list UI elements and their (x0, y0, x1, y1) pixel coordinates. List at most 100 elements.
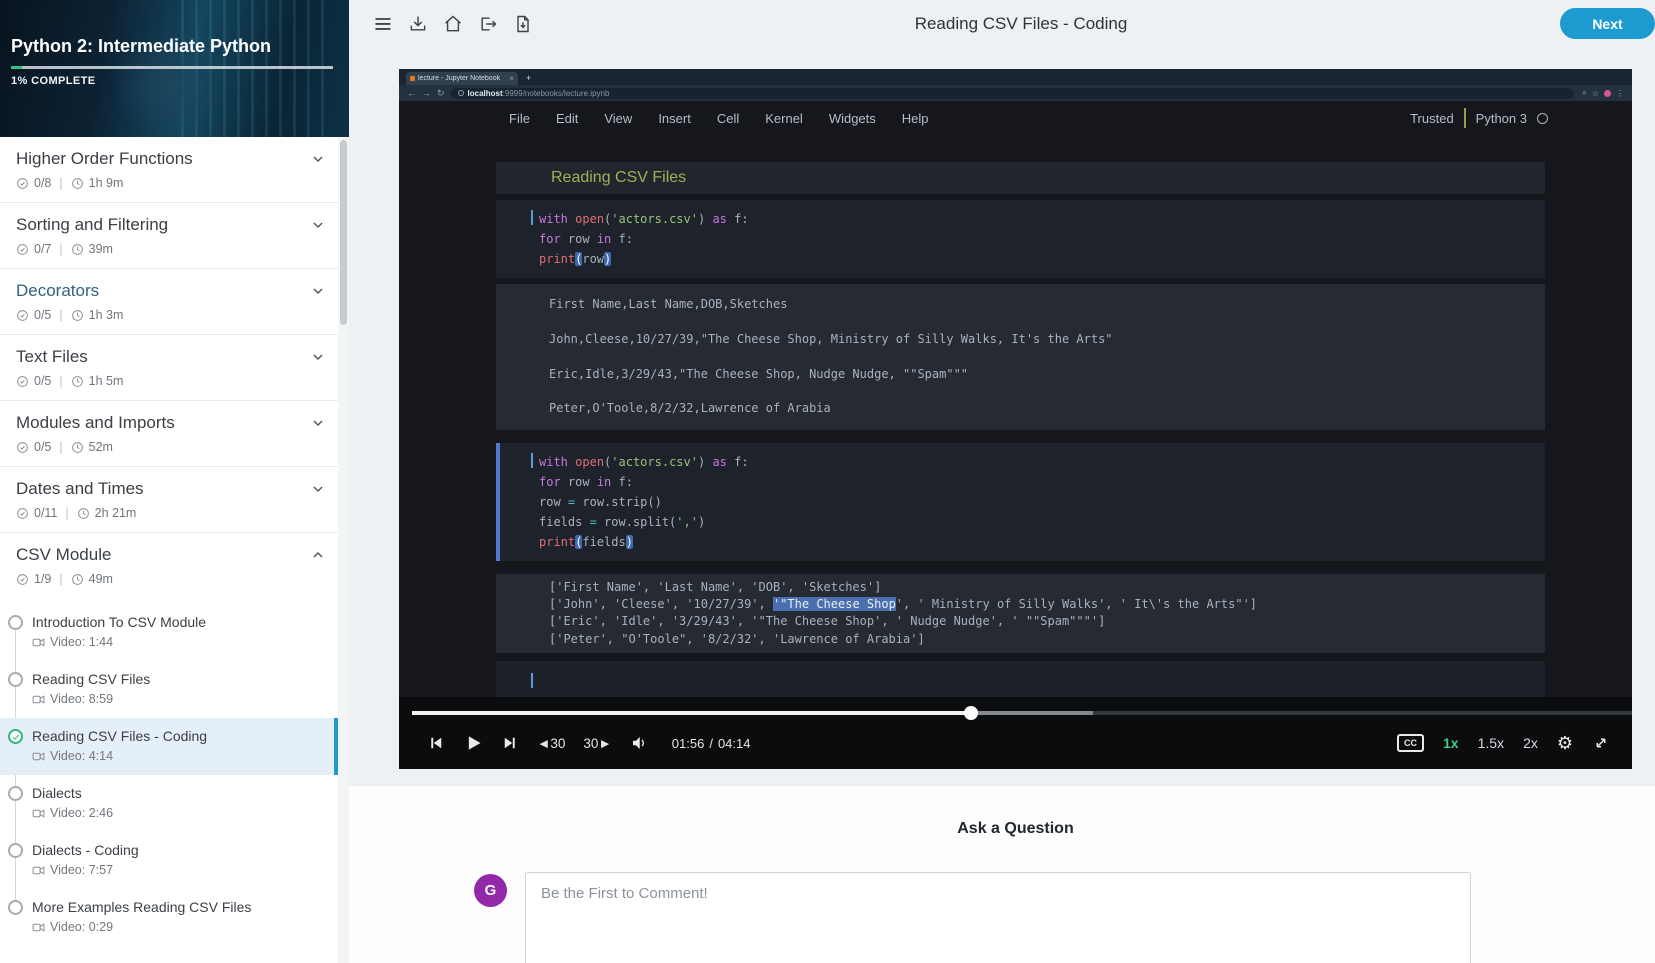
video-camera-icon (32, 636, 45, 649)
module-meta: 0/5 | 1h 3m (16, 308, 326, 322)
text-cursor (531, 210, 533, 225)
lesson-item-introduction-to-csv-module[interactable]: Introduction To CSV Module Video: 1:44 (0, 604, 338, 661)
sidebar-scrollbar[interactable] (338, 137, 349, 963)
closed-captions-button[interactable]: CC (1397, 734, 1424, 752)
main-content: Reading CSV Files - Coding Next lecture … (349, 0, 1655, 963)
lesson-title: Reading CSV Files - Coding (32, 727, 324, 746)
menu-icon[interactable] (373, 14, 393, 34)
module-title: Decorators (16, 281, 99, 301)
module-duration: 1h 9m (89, 176, 124, 190)
jupyter-menu-cell: Cell (717, 111, 739, 126)
forward-icon: → (422, 88, 431, 98)
chevron-down-icon[interactable] (310, 283, 326, 299)
module-text-files[interactable]: Text Files 0/5 | 1h 5m (0, 335, 338, 401)
module-meta: 0/11 | 2h 21m (16, 506, 326, 520)
share-icon[interactable] (478, 14, 498, 34)
profile-avatar (1604, 90, 1611, 97)
settings-gear-icon[interactable]: ⚙ (1557, 733, 1573, 754)
next-button[interactable]: Next (1560, 8, 1655, 39)
chevron-down-icon[interactable] (310, 349, 326, 365)
chevron-down-icon[interactable] (310, 217, 326, 233)
video-browser-urlbar: ← → ↻ localhost:9999/notebooks/lecture.i… (399, 85, 1632, 101)
chevron-down-icon[interactable] (310, 151, 326, 167)
markdown-heading-cell: Reading CSV Files (496, 162, 1545, 194)
check-circle-icon (16, 309, 29, 322)
course-progress-bar (11, 66, 333, 69)
rewind-30-button[interactable]: ◄30 (537, 736, 565, 751)
chevron-down-icon[interactable] (310, 415, 326, 431)
lesson-status-circle-icon (8, 672, 23, 687)
play-icon[interactable] (463, 733, 483, 753)
jupyter-menu-file: File (509, 111, 530, 126)
module-modules-and-imports[interactable]: Modules and Imports 0/5 | 52m (0, 401, 338, 467)
module-csv-module[interactable]: CSV Module 1/9 | 49m (0, 533, 338, 598)
module-dates-and-times[interactable]: Dates and Times 0/11 | 2h 21m (0, 467, 338, 533)
user-avatar: G (474, 874, 507, 907)
lesson-item-reading-csv-files-coding[interactable]: Reading CSV Files - Coding Video: 4:14 (0, 718, 338, 775)
download-icon[interactable] (408, 14, 428, 34)
seek-bar[interactable] (412, 711, 1632, 715)
meta-separator: | (59, 572, 62, 586)
course-progress-fill (11, 66, 22, 69)
clock-icon (71, 243, 84, 256)
module-completed-count: 0/7 (34, 242, 51, 256)
browser-toolbar-icons: ⌕ ☆ ⋮ (1582, 88, 1624, 98)
meta-separator: | (59, 374, 62, 388)
video-camera-icon (32, 864, 45, 877)
home-icon[interactable] (443, 14, 463, 34)
speed-2x-button[interactable]: 2x (1523, 735, 1538, 751)
lesson-title: Dialects (32, 784, 324, 803)
code-cell-1-source: with open('actors.csv') as f: for row in… (539, 209, 1545, 269)
back-icon: ← (407, 88, 416, 98)
fullscreen-icon[interactable] (1592, 734, 1610, 752)
volume-icon[interactable] (630, 734, 648, 752)
next-track-icon[interactable] (501, 734, 519, 752)
page-url: localhost:9999/notebooks/lecture.ipynb (468, 89, 610, 98)
forward-30-button[interactable]: 30► (583, 736, 611, 751)
lesson-duration: Video: 4:14 (50, 749, 113, 763)
jupyter-menu-edit: Edit (556, 111, 578, 126)
lesson-duration: Video: 7:57 (50, 863, 113, 877)
module-list: Higher Order Functions 0/8 | 1h 9m Sorti… (0, 137, 338, 946)
time-separator: / (709, 736, 713, 751)
module-higher-order-functions[interactable]: Higher Order Functions 0/8 | 1h 9m (0, 137, 338, 203)
lesson-status-circle-icon (8, 900, 23, 915)
module-completed-count: 0/5 (34, 374, 51, 388)
jupyter-notebook-frame: File Edit View Insert Cell Kernel Widget… (399, 101, 1632, 697)
lesson-item-reading-csv-files[interactable]: Reading CSV Files Video: 8:59 (0, 661, 338, 718)
chevron-up-icon[interactable] (310, 547, 326, 563)
comment-input[interactable] (525, 872, 1471, 963)
jupyter-menu-help: Help (902, 111, 929, 126)
close-tab-icon: × (509, 74, 514, 83)
lesson-duration: Video: 2:46 (50, 806, 113, 820)
text-cursor (531, 453, 533, 468)
video-player[interactable]: lecture - Jupyter Notebook × + ← → ↻ loc… (399, 69, 1632, 769)
module-decorators[interactable]: Decorators 0/5 | 1h 3m (0, 269, 338, 335)
clock-icon (71, 375, 84, 388)
lesson-item-dialects-coding[interactable]: Dialects - Coding Video: 7:57 (0, 832, 338, 889)
module-duration: 39m (89, 242, 113, 256)
chevron-down-icon[interactable] (310, 481, 326, 497)
lesson-item-more-examples-reading-csv-files[interactable]: More Examples Reading CSV Files Video: 0… (0, 889, 338, 946)
module-duration: 49m (89, 572, 113, 586)
notebook-cells: Reading CSV Files with open('actors.csv'… (496, 135, 1545, 697)
speed-1x-button[interactable]: 1x (1443, 735, 1459, 751)
jupyter-menu-view: View (604, 111, 632, 126)
module-duration: 2h 21m (95, 506, 137, 520)
clock-icon (71, 573, 84, 586)
video-camera-icon (32, 807, 45, 820)
lesson-item-dialects[interactable]: Dialects Video: 2:46 (0, 775, 338, 832)
module-sorting-and-filtering[interactable]: Sorting and Filtering 0/7 | 39m (0, 203, 338, 269)
file-download-icon[interactable] (513, 14, 533, 34)
lesson-duration: Video: 0:29 (50, 920, 113, 934)
lesson-title: Dialects - Coding (32, 841, 324, 860)
scrollbar-thumb[interactable] (340, 140, 347, 325)
code-cell-1-output: First Name,Last Name,DOB,Sketches John,C… (496, 284, 1545, 430)
previous-track-icon[interactable] (427, 734, 445, 752)
seek-handle[interactable] (964, 706, 978, 720)
lesson-duration: Video: 1:44 (50, 635, 113, 649)
speed-1-5x-button[interactable]: 1.5x (1478, 735, 1504, 751)
module-completed-count: 0/11 (34, 506, 57, 520)
meta-separator: | (59, 440, 62, 454)
video-camera-icon (32, 921, 45, 934)
